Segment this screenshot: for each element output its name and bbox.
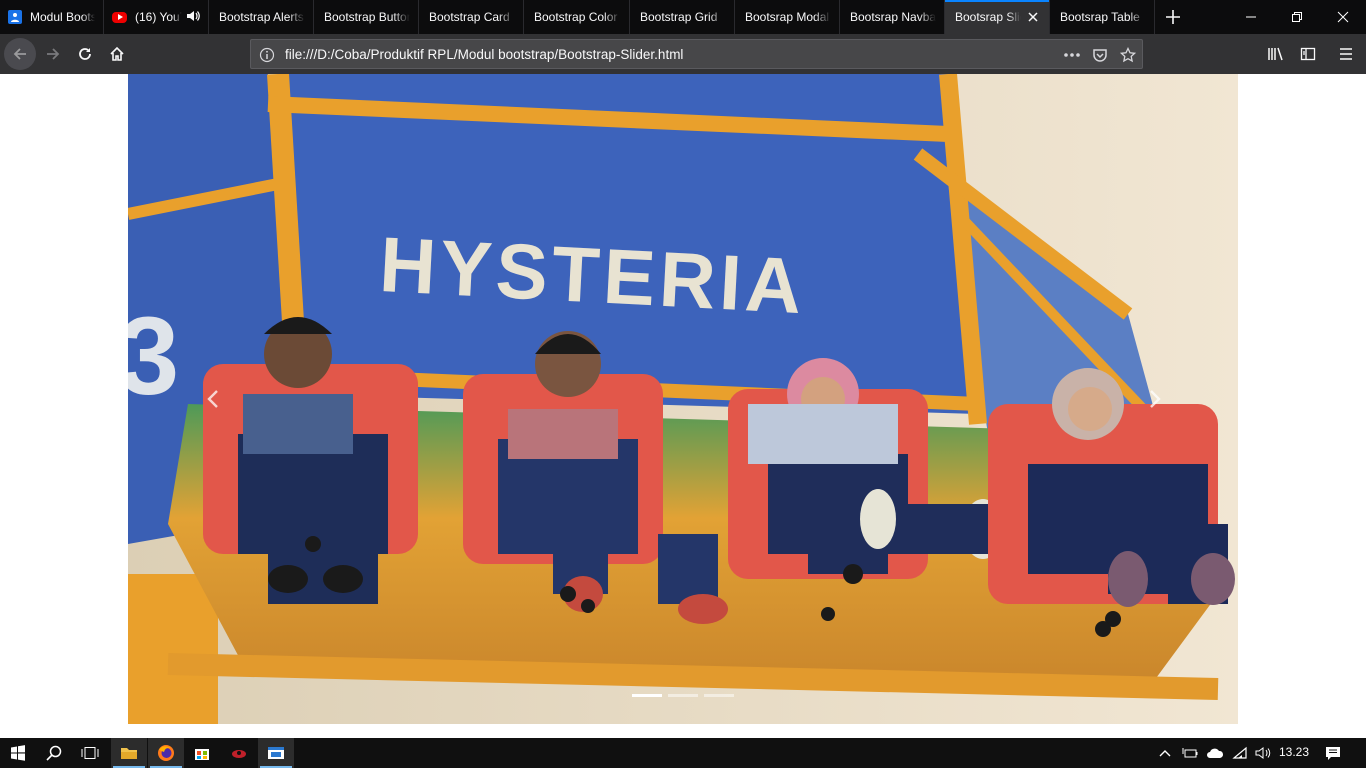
tab-bootstrap-alerts[interactable]: Bootstrap Alerts: [209, 0, 314, 34]
tab-label: Bootstrap Grid: [640, 10, 718, 24]
back-button[interactable]: [4, 38, 36, 70]
sidebar-icon: [1300, 47, 1316, 61]
task-view-icon: [81, 747, 99, 759]
tab-bootstrap-card[interactable]: Bootstrap Card: [419, 0, 524, 34]
tab-label: Bootstrap Card: [429, 10, 510, 24]
navigation-toolbar: file:///D:/Coba/Produktif RPL/Modul boot…: [0, 34, 1366, 74]
user-icon: [8, 10, 22, 24]
task-view-button[interactable]: [72, 738, 108, 768]
cloud-icon: [1207, 748, 1224, 758]
tab-label: Bootsrap Slider: [955, 10, 1021, 24]
action-center-button[interactable]: [1316, 738, 1350, 768]
home-button[interactable]: [101, 38, 133, 70]
system-clock[interactable]: 13.23: [1272, 745, 1316, 759]
url-bar[interactable]: file:///D:/Coba/Produktif RPL/Modul boot…: [250, 39, 1143, 69]
reload-icon: [79, 48, 91, 60]
chevron-up-icon: [1159, 750, 1171, 757]
game-app-button[interactable]: [221, 738, 257, 768]
windows-taskbar: 13.23: [0, 738, 1366, 768]
close-icon: [1337, 11, 1349, 23]
carousel-indicator-1[interactable]: [632, 694, 662, 697]
tab-label: Bootstrap Alerts: [219, 10, 304, 24]
library-icon: [1268, 47, 1283, 61]
url-text[interactable]: file:///D:/Coba/Produktif RPL/Modul boot…: [285, 47, 683, 62]
pocket-icon[interactable]: [1090, 45, 1110, 65]
firefox-icon: [158, 745, 174, 761]
plus-icon: [1166, 10, 1180, 24]
bookmark-star-icon[interactable]: [1118, 45, 1138, 65]
reload-button[interactable]: [69, 38, 101, 70]
tab-bootstrap-grid[interactable]: Bootstrap Grid: [630, 0, 735, 34]
tab-label: Bootsrap Modal: [745, 10, 830, 24]
file-explorer-button[interactable]: [111, 738, 147, 768]
tab-bootstrap-slider[interactable]: Bootsrap Slider: [945, 0, 1050, 34]
svg-text:3: 3: [128, 295, 179, 418]
youtube-icon: [112, 11, 127, 23]
new-tab-button[interactable]: [1155, 0, 1191, 34]
restore-icon: [1292, 12, 1302, 22]
tab-bootstrap-color[interactable]: Bootstrap Color: [524, 0, 630, 34]
tab-label: (16) YouTube: [135, 10, 182, 24]
tab-label: Bootstrap Button: [324, 10, 410, 24]
speaker-icon[interactable]: [186, 10, 200, 25]
carousel-slide-image: 3 HYSTERIA: [128, 74, 1238, 724]
tab-label: Bootstrap Color: [534, 10, 618, 24]
file-explorer-icon: [121, 748, 137, 759]
search-icon: [46, 745, 62, 761]
tab-label: Bootsrap Table: [1060, 10, 1140, 24]
info-icon[interactable]: [257, 45, 277, 65]
show-hidden-icons-button[interactable]: [1152, 738, 1178, 768]
menu-button[interactable]: [1330, 38, 1362, 70]
tab-strip: Modul Bootstrap (16) YouTube Bootstrap A…: [0, 0, 1366, 34]
carousel-indicator-2[interactable]: [668, 694, 698, 697]
forward-button[interactable]: [37, 38, 69, 70]
onedrive-tray-icon[interactable]: [1202, 738, 1228, 768]
carousel-indicator-3[interactable]: [704, 694, 734, 697]
hamburger-icon: [1340, 48, 1352, 60]
minimize-icon: [1246, 16, 1256, 18]
library-button[interactable]: [1260, 38, 1292, 70]
tab-bootstrap-navbar[interactable]: Bootsrap Navbar: [840, 0, 945, 34]
close-window-button[interactable]: [1320, 0, 1366, 34]
sidebar-button[interactable]: [1292, 38, 1324, 70]
close-tab-icon[interactable]: [1025, 9, 1041, 25]
chevron-right-icon: [1150, 390, 1161, 408]
tab-bootstrap-modal[interactable]: Bootsrap Modal: [735, 0, 840, 34]
app-window-icon: [268, 747, 284, 759]
tab-bootstrap-button[interactable]: Bootstrap Button: [314, 0, 419, 34]
minimize-button[interactable]: [1228, 0, 1274, 34]
start-button[interactable]: [0, 738, 36, 768]
app-button[interactable]: [258, 738, 294, 768]
windows-start-icon: [11, 745, 25, 761]
home-icon: [110, 46, 124, 61]
search-button[interactable]: [36, 738, 72, 768]
more-actions-icon[interactable]: [1062, 45, 1082, 65]
store-icon: [195, 749, 209, 760]
restore-button[interactable]: [1274, 0, 1320, 34]
page-content: 3 HYSTERIA: [0, 74, 1366, 738]
volume-icon: [1255, 747, 1271, 759]
carousel-indicators: [632, 694, 734, 697]
chevron-left-icon: [207, 390, 218, 408]
tab-modul-bootstrap[interactable]: Modul Bootstrap: [0, 0, 104, 34]
battery-icon: [1182, 748, 1198, 758]
tab-label: Bootsrap Navbar: [850, 10, 936, 24]
store-button[interactable]: [184, 738, 220, 768]
arrow-right-icon: [47, 48, 60, 60]
battery-tray-icon[interactable]: [1177, 738, 1203, 768]
arrow-left-icon: [13, 48, 26, 60]
game-icon: [232, 750, 246, 758]
tab-label: Modul Bootstrap: [30, 10, 95, 24]
firefox-button[interactable]: [148, 738, 184, 768]
carousel-prev-button[interactable]: [198, 384, 228, 414]
wifi-icon: [1232, 746, 1247, 759]
tab-youtube[interactable]: (16) YouTube: [104, 0, 209, 34]
carousel-next-button[interactable]: [1140, 384, 1170, 414]
notification-icon: [1326, 747, 1340, 760]
carousel: 3 HYSTERIA: [128, 74, 1238, 724]
tab-bootstrap-table[interactable]: Bootsrap Table: [1050, 0, 1155, 34]
